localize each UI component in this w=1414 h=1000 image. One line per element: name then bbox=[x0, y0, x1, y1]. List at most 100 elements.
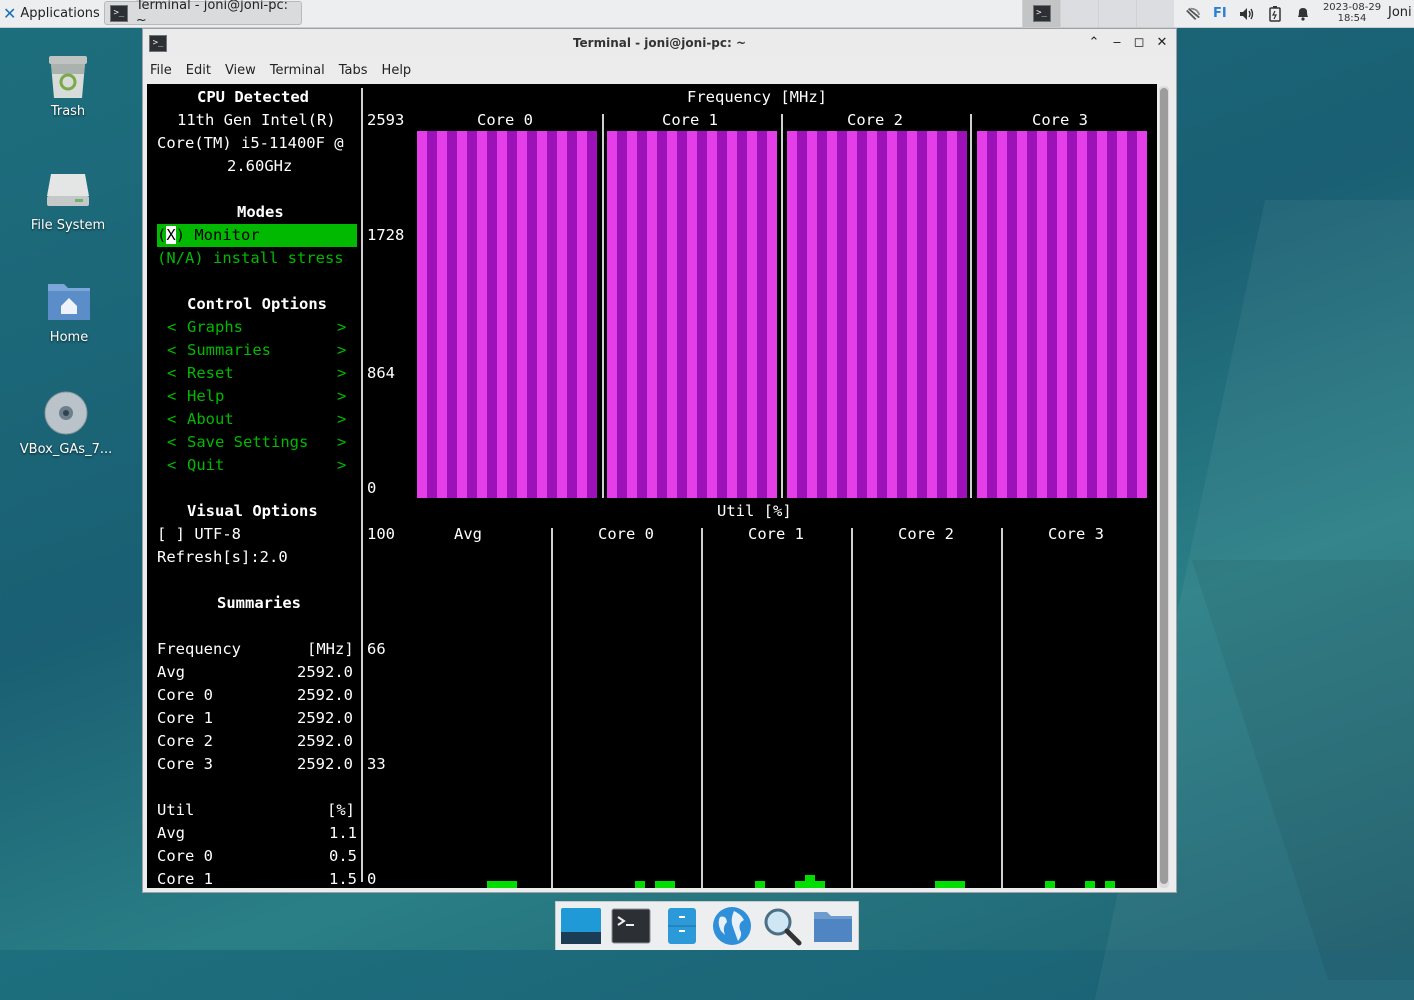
scrollbar[interactable] bbox=[1159, 86, 1169, 888]
control-option-graphs[interactable]: Graphs bbox=[187, 316, 243, 339]
control-option-quit[interactable]: Quit bbox=[187, 454, 224, 477]
control-option-arrow-left: < bbox=[167, 341, 177, 359]
menu-terminal[interactable]: Terminal bbox=[263, 63, 332, 78]
terminal-window: >_ Terminal - joni@joni-pc: ~ ⌃ ‒ ◻ ✕ Fi… bbox=[142, 28, 1177, 893]
dock-web-browser[interactable] bbox=[710, 905, 754, 947]
util-core-label: Avg bbox=[454, 525, 482, 543]
freq-core-bar bbox=[977, 131, 1147, 498]
trash-label: Trash bbox=[50, 104, 86, 119]
refresh-setting[interactable]: Refresh[s]:2.0 bbox=[157, 546, 288, 569]
workspace-4[interactable] bbox=[1136, 0, 1174, 27]
mode-monitor[interactable]: (X) Monitor bbox=[157, 224, 357, 247]
util-y-tick-label: 66 bbox=[367, 640, 386, 658]
user-menu[interactable]: Joni bbox=[1388, 5, 1412, 20]
util-activity-bar bbox=[1085, 881, 1095, 888]
optical-disc-icon bbox=[43, 390, 89, 436]
dock-file-manager[interactable] bbox=[660, 905, 704, 947]
freq-summary-value: 2592.0 bbox=[297, 755, 353, 773]
freq-summary-unit: [MHz] bbox=[307, 640, 354, 658]
show-desktop-icon bbox=[561, 908, 602, 944]
terminal-icon: >_ bbox=[110, 4, 128, 22]
battery-icon[interactable] bbox=[1267, 5, 1283, 22]
desktop-icon-trash[interactable]: Trash bbox=[13, 52, 123, 119]
util-activity-bar bbox=[815, 881, 825, 888]
menu-tabs[interactable]: Tabs bbox=[332, 63, 375, 78]
freq-core-bar bbox=[417, 131, 597, 498]
volume-icon[interactable] bbox=[1239, 6, 1255, 22]
cpu-detected-title: CPU Detected bbox=[197, 88, 309, 106]
terminal-icon bbox=[611, 908, 651, 944]
freq-summary-value: 2592.0 bbox=[297, 732, 353, 750]
control-option-save-settings[interactable]: Save Settings bbox=[187, 431, 308, 454]
workspace-2[interactable] bbox=[1060, 0, 1098, 27]
util-chart-title: Util [%] bbox=[717, 502, 792, 520]
cpu-model-line1: 11th Gen Intel(R) bbox=[177, 111, 336, 129]
util-activity-bar bbox=[507, 881, 517, 888]
keyboard-layout-indicator[interactable]: FI bbox=[1213, 6, 1227, 21]
network-icon[interactable] bbox=[1185, 6, 1201, 22]
util-summary-label: Core 0 bbox=[157, 847, 213, 865]
util-activity-bar bbox=[755, 881, 765, 888]
util-activity-bar bbox=[487, 881, 497, 888]
util-panel-divider bbox=[1001, 528, 1003, 888]
taskbar-button-terminal[interactable]: >_ Terminal - joni@joni-pc: ~ bbox=[104, 0, 302, 28]
freq-chart-title: Frequency [MHz] bbox=[687, 88, 827, 106]
maximize-button[interactable]: ◻ bbox=[1130, 34, 1148, 52]
control-option-arrow-right: > bbox=[337, 387, 347, 405]
scrollbar-thumb[interactable] bbox=[1160, 88, 1168, 884]
freq-summary-label: Core 3 bbox=[157, 755, 213, 773]
trash-icon bbox=[45, 52, 91, 98]
control-option-arrow-right: > bbox=[337, 433, 347, 451]
util-panel-divider bbox=[701, 528, 703, 888]
util-summary-header: Util bbox=[157, 801, 195, 819]
summaries-title: Summaries bbox=[217, 594, 301, 612]
notifications-bell-icon[interactable] bbox=[1295, 6, 1311, 22]
freq-summary-label: Avg bbox=[157, 663, 185, 681]
dock bbox=[555, 901, 859, 950]
clock[interactable]: 2023-08-29 18:54 bbox=[1322, 2, 1382, 24]
control-option-help[interactable]: Help bbox=[187, 385, 224, 408]
util-summary-value: 1.5 bbox=[329, 870, 357, 888]
applications-menu[interactable]: ✕ Applications ⋮ bbox=[0, 0, 114, 27]
menu-file[interactable]: File bbox=[143, 63, 179, 78]
window-title: Terminal - joni@joni-pc: ~ bbox=[572, 36, 747, 50]
dock-show-desktop[interactable] bbox=[559, 905, 603, 947]
workspace-3[interactable] bbox=[1098, 0, 1136, 27]
shade-button[interactable]: ⌃ bbox=[1085, 34, 1103, 52]
util-panel-divider bbox=[851, 528, 853, 888]
util-activity-bar bbox=[945, 881, 955, 888]
close-button[interactable]: ✕ bbox=[1153, 34, 1171, 52]
mode-stress[interactable]: (N/A) install stress bbox=[157, 247, 344, 270]
control-option-reset[interactable]: Reset bbox=[187, 362, 234, 385]
freq-core-label: Core 3 bbox=[1032, 111, 1088, 129]
control-option-arrow-left: < bbox=[167, 364, 177, 382]
menu-help[interactable]: Help bbox=[375, 63, 419, 78]
workspace-1[interactable]: >_ bbox=[1022, 0, 1060, 27]
terminal-content[interactable]: CPU Detected 11th Gen Intel(R) Core(TM) … bbox=[147, 84, 1157, 888]
desktop-icon-vbox-gas[interactable]: VBox_GAs_7... bbox=[11, 390, 121, 457]
dock-folder[interactable] bbox=[811, 905, 855, 947]
freq-core-bar bbox=[607, 131, 777, 498]
desktop-icon-file-system[interactable]: File System bbox=[13, 166, 123, 233]
control-option-arrow-right: > bbox=[337, 364, 347, 382]
util-summary-unit: [%] bbox=[327, 801, 355, 819]
title-bar[interactable]: >_ Terminal - joni@joni-pc: ~ ⌃ ‒ ◻ ✕ bbox=[143, 29, 1176, 57]
util-core-label: Core 0 bbox=[598, 525, 654, 543]
util-core-label: Core 1 bbox=[748, 525, 804, 543]
menu-edit[interactable]: Edit bbox=[179, 63, 218, 78]
control-option-about[interactable]: About bbox=[187, 408, 234, 431]
utf8-checkbox[interactable]: [ ] UTF-8 bbox=[157, 523, 241, 546]
file-manager-icon bbox=[667, 908, 696, 944]
dock-terminal[interactable] bbox=[609, 905, 653, 947]
desktop-icon-home[interactable]: Home bbox=[14, 278, 124, 345]
control-option-arrow-right: > bbox=[337, 341, 347, 359]
control-option-summaries[interactable]: Summaries bbox=[187, 339, 271, 362]
util-activity-bar bbox=[1045, 881, 1055, 888]
freq-core-label: Core 1 bbox=[662, 111, 718, 129]
modes-title: Modes bbox=[237, 203, 284, 221]
control-option-arrow-left: < bbox=[167, 318, 177, 336]
dock-app-finder[interactable] bbox=[760, 905, 804, 947]
minimize-button[interactable]: ‒ bbox=[1108, 34, 1126, 52]
mode-monitor-open: ( bbox=[157, 226, 167, 244]
menu-view[interactable]: View bbox=[218, 63, 263, 78]
